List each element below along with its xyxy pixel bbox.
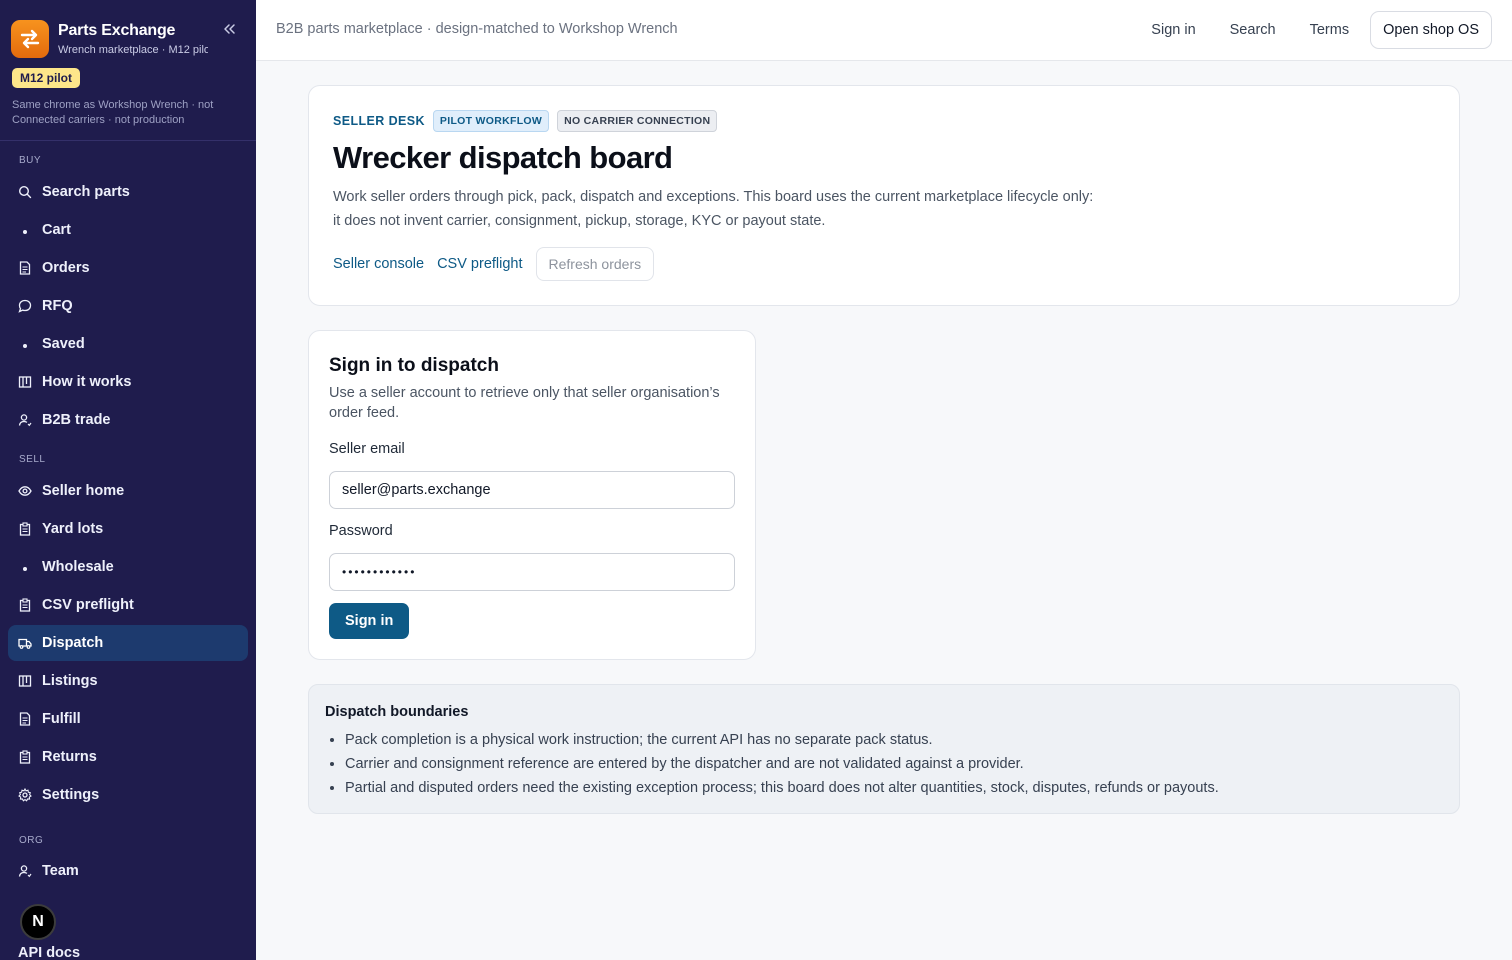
seller-desk-kicker: SELLER DESK xyxy=(333,114,425,128)
sidebar-item-label: How it works xyxy=(42,374,132,390)
brand: Parts Exchange Wrench marketplace · M12 … xyxy=(0,0,256,64)
open-shop-os-button[interactable]: Open shop OS xyxy=(1370,11,1492,49)
section-label-org: ORG xyxy=(19,835,44,846)
collapse-sidebar-icon[interactable] xyxy=(222,22,238,38)
sidebar-item-label: Listings xyxy=(42,673,98,689)
sidebar-item-label: Dispatch xyxy=(42,635,104,651)
sign-in-title: Sign in to dispatch xyxy=(329,355,499,376)
sidebar-item-csv-preflight[interactable]: CSV preflight xyxy=(8,587,248,623)
sidebar-item-label: B2B trade xyxy=(42,412,111,428)
sidebar-item-label: Team xyxy=(42,863,79,879)
sidebar-item-rfq[interactable]: RFQ xyxy=(8,288,248,324)
seller-console-link[interactable]: Seller console xyxy=(333,256,424,272)
csv-preflight-link[interactable]: CSV preflight xyxy=(437,256,522,272)
sidebar-item-cart[interactable]: Cart xyxy=(8,212,248,248)
dot-icon xyxy=(18,560,32,574)
clipboard-icon xyxy=(18,598,32,612)
sidebar-item-settings[interactable]: Settings xyxy=(8,777,248,813)
password-label: Password xyxy=(329,523,393,539)
dot-icon xyxy=(18,223,32,237)
section-label-sell: SELL xyxy=(19,454,46,465)
parts-exchange-logo-icon[interactable] xyxy=(11,20,49,58)
sidebar-item-api-docs[interactable]: API docs xyxy=(18,945,80,960)
section-label-buy: BUY xyxy=(19,155,42,166)
user-icon xyxy=(18,413,32,427)
sidebar-item-label: CSV preflight xyxy=(42,597,134,613)
sidebar-item-seller-home[interactable]: Seller home xyxy=(8,473,248,509)
user-icon xyxy=(18,864,32,878)
chat-bubble-icon xyxy=(18,299,32,313)
sidebar-item-search-parts[interactable]: Search parts xyxy=(8,174,248,210)
pilot-note: Same chrome as Workshop Wrench · not Con… xyxy=(0,88,256,141)
top-caption: B2B parts marketplace · design-matched t… xyxy=(276,21,678,37)
list-item: Carrier and consignment reference are en… xyxy=(345,752,1219,776)
sign-in-card: Sign in to dispatch Use a seller account… xyxy=(308,330,756,660)
sign-in-description: Use a seller account to retrieve only th… xyxy=(329,385,720,421)
sidebar-item-yard-lots[interactable]: Yard lots xyxy=(8,511,248,547)
clipboard-icon xyxy=(18,522,32,536)
top-bar: B2B parts marketplace · design-matched t… xyxy=(256,0,1512,61)
board-icon xyxy=(18,375,32,389)
sidebar-item-returns[interactable]: Returns xyxy=(8,739,248,775)
sidebar-item-label: Fulfill xyxy=(42,711,81,727)
sidebar-item-how-it-works[interactable]: How it works xyxy=(8,364,248,400)
pilot-badge: M12 pilot xyxy=(12,68,81,88)
sign-in-button[interactable]: Sign in xyxy=(329,603,410,639)
sidebar-item-orders[interactable]: Orders xyxy=(8,250,248,286)
sidebar-item-label: Settings xyxy=(42,787,100,803)
brand-title: Parts Exchange xyxy=(58,22,176,39)
board-icon xyxy=(18,674,32,688)
sidebar-item-label: Search parts xyxy=(42,184,130,200)
brand-subtitle: Wrench marketplace · M12 pilot xyxy=(58,44,208,56)
clipboard-icon xyxy=(18,750,32,764)
sidebar-item-label: Wholesale xyxy=(42,559,114,575)
terms-link[interactable]: Terms xyxy=(1310,22,1349,38)
search-icon xyxy=(18,185,32,199)
sidebar-item-team[interactable]: Team xyxy=(8,853,248,889)
sidebar-item-label: Orders xyxy=(42,260,90,276)
seller-email-field[interactable] xyxy=(329,471,735,509)
sign-in-link[interactable]: Sign in xyxy=(1151,22,1195,38)
search-link[interactable]: Search xyxy=(1230,22,1276,38)
sidebar-item-label: Returns xyxy=(42,749,97,765)
sidebar-item-label: Cart xyxy=(42,222,72,238)
boundaries-list: Pack completion is a physical work instr… xyxy=(345,728,1219,800)
sidebar: Parts Exchange Wrench marketplace · M12 … xyxy=(0,0,256,960)
list-item: Partial and disputed orders need the exi… xyxy=(345,776,1219,800)
sidebar-item-label: Yard lots xyxy=(42,521,104,537)
boundaries-title: Dispatch boundaries xyxy=(325,704,469,720)
list-item: Pack completion is a physical work instr… xyxy=(345,728,1219,752)
sidebar-item-fulfill[interactable]: Fulfill xyxy=(8,701,248,737)
sidebar-item-saved[interactable]: Saved xyxy=(8,326,248,362)
sidebar-item-label: Saved xyxy=(42,336,85,352)
document-icon xyxy=(18,261,32,275)
dispatch-boundaries: Dispatch boundaries Pack completion is a… xyxy=(308,684,1460,814)
pilot-note-line-2: Connected carriers · not production xyxy=(12,114,185,126)
sidebar-item-wholesale[interactable]: Wholesale xyxy=(8,549,248,585)
dispatch-hero-card: SELLER DESK PILOT WORKFLOW NO CARRIER CO… xyxy=(308,85,1460,306)
page-description: Work seller orders through pick, pack, d… xyxy=(333,189,1094,229)
pilot-note-line-1: Same chrome as Workshop Wrench · not xyxy=(12,99,214,111)
truck-icon xyxy=(18,636,32,650)
document-icon xyxy=(18,712,32,726)
sidebar-item-label: Seller home xyxy=(42,483,125,499)
refresh-orders-button[interactable]: Refresh orders xyxy=(535,247,655,281)
gear-icon xyxy=(18,788,32,802)
top-nav: Sign in Search Terms Open shop OS xyxy=(1117,11,1492,49)
page-title: Wrecker dispatch board xyxy=(333,140,673,175)
sidebar-item-dispatch[interactable]: Dispatch xyxy=(8,625,248,661)
pilot-workflow-badge: PILOT WORKFLOW xyxy=(432,110,550,132)
seller-email-label: Seller email xyxy=(329,441,405,457)
avatar[interactable]: N xyxy=(20,904,56,940)
sidebar-item-listings[interactable]: Listings xyxy=(8,663,248,699)
no-carrier-connection-badge: NO CARRIER CONNECTION xyxy=(557,110,718,132)
eye-icon xyxy=(18,484,32,498)
password-field[interactable] xyxy=(329,553,735,591)
dot-icon xyxy=(18,337,32,351)
sidebar-item-label: RFQ xyxy=(42,298,73,314)
sidebar-item-b2b-trade[interactable]: B2B trade xyxy=(8,402,248,438)
